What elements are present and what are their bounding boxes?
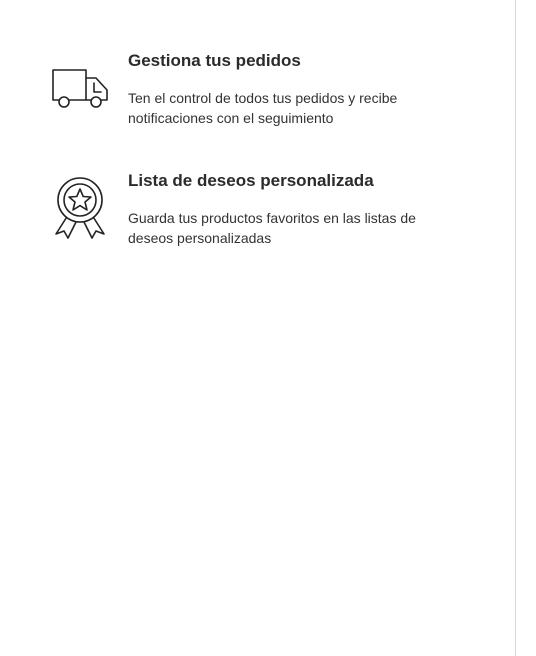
feature-title: Gestiona tus pedidos: [128, 51, 301, 70]
feature-description: Guarda tus productos favoritos en las li…: [128, 210, 416, 246]
delivery-truck-icon: [50, 64, 110, 124]
feature-description: Ten el control de todos tus pedidos y re…: [128, 90, 398, 126]
features-panel: Gestiona tus pedidos Ten el control de t…: [0, 0, 516, 656]
feature-title: Lista de deseos personalizada: [128, 171, 374, 190]
award-ribbon-star-icon: [50, 176, 110, 239]
